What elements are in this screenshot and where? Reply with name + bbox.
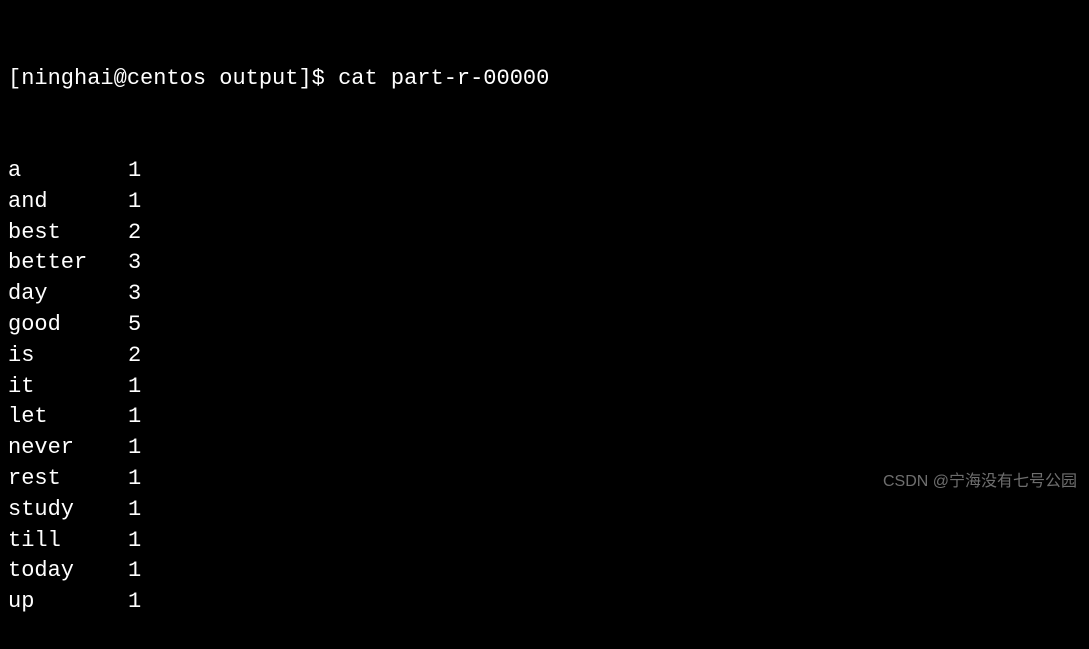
output-line: till1 <box>8 526 1081 557</box>
output-count: 1 <box>128 587 141 618</box>
prompt-close-bracket: ] <box>298 66 311 91</box>
output-line: study1 <box>8 495 1081 526</box>
output-count: 1 <box>128 556 141 587</box>
output-line: let1 <box>8 402 1081 433</box>
output-count: 2 <box>128 341 141 372</box>
command-output: a1and1best2better3day3good5is2it1let1nev… <box>8 156 1081 618</box>
output-count: 1 <box>128 526 141 557</box>
prompt-at: @ <box>114 66 127 91</box>
output-count: 1 <box>128 402 141 433</box>
prompt-host: centos <box>127 66 206 91</box>
output-word: good <box>8 310 128 341</box>
output-count: 5 <box>128 310 141 341</box>
output-line: is2 <box>8 341 1081 372</box>
output-count: 1 <box>128 433 141 464</box>
output-word: rest <box>8 464 128 495</box>
output-word: better <box>8 248 128 279</box>
command-text: cat part-r-00000 <box>338 66 549 91</box>
prompt-user: ninghai <box>21 66 113 91</box>
output-line: best2 <box>8 218 1081 249</box>
output-line: never1 <box>8 433 1081 464</box>
prompt-symbol: $ <box>312 66 325 91</box>
output-word: never <box>8 433 128 464</box>
output-line: good5 <box>8 310 1081 341</box>
output-word: best <box>8 218 128 249</box>
output-line: and1 <box>8 187 1081 218</box>
output-word: day <box>8 279 128 310</box>
output-count: 2 <box>128 218 141 249</box>
output-word: and <box>8 187 128 218</box>
output-word: a <box>8 156 128 187</box>
output-count: 1 <box>128 495 141 526</box>
output-line: better3 <box>8 248 1081 279</box>
prompt-open-bracket: [ <box>8 66 21 91</box>
output-count: 1 <box>128 372 141 403</box>
output-word: till <box>8 526 128 557</box>
output-word: it <box>8 372 128 403</box>
output-count: 1 <box>128 156 141 187</box>
output-count: 3 <box>128 279 141 310</box>
output-word: let <box>8 402 128 433</box>
terminal-window[interactable]: [ninghai@centos output]$ cat part-r-0000… <box>8 2 1081 649</box>
output-line: it1 <box>8 372 1081 403</box>
output-word: study <box>8 495 128 526</box>
output-count: 1 <box>128 464 141 495</box>
output-line: today1 <box>8 556 1081 587</box>
output-word: up <box>8 587 128 618</box>
prompt-line: [ninghai@centos output]$ cat part-r-0000… <box>8 64 1081 95</box>
output-line: up1 <box>8 587 1081 618</box>
watermark: CSDN @宁海没有七号公园 <box>883 471 1077 493</box>
output-word: is <box>8 341 128 372</box>
output-word: today <box>8 556 128 587</box>
output-count: 3 <box>128 248 141 279</box>
output-count: 1 <box>128 187 141 218</box>
output-line: a1 <box>8 156 1081 187</box>
prompt-dir: output <box>219 66 298 91</box>
output-line: day3 <box>8 279 1081 310</box>
